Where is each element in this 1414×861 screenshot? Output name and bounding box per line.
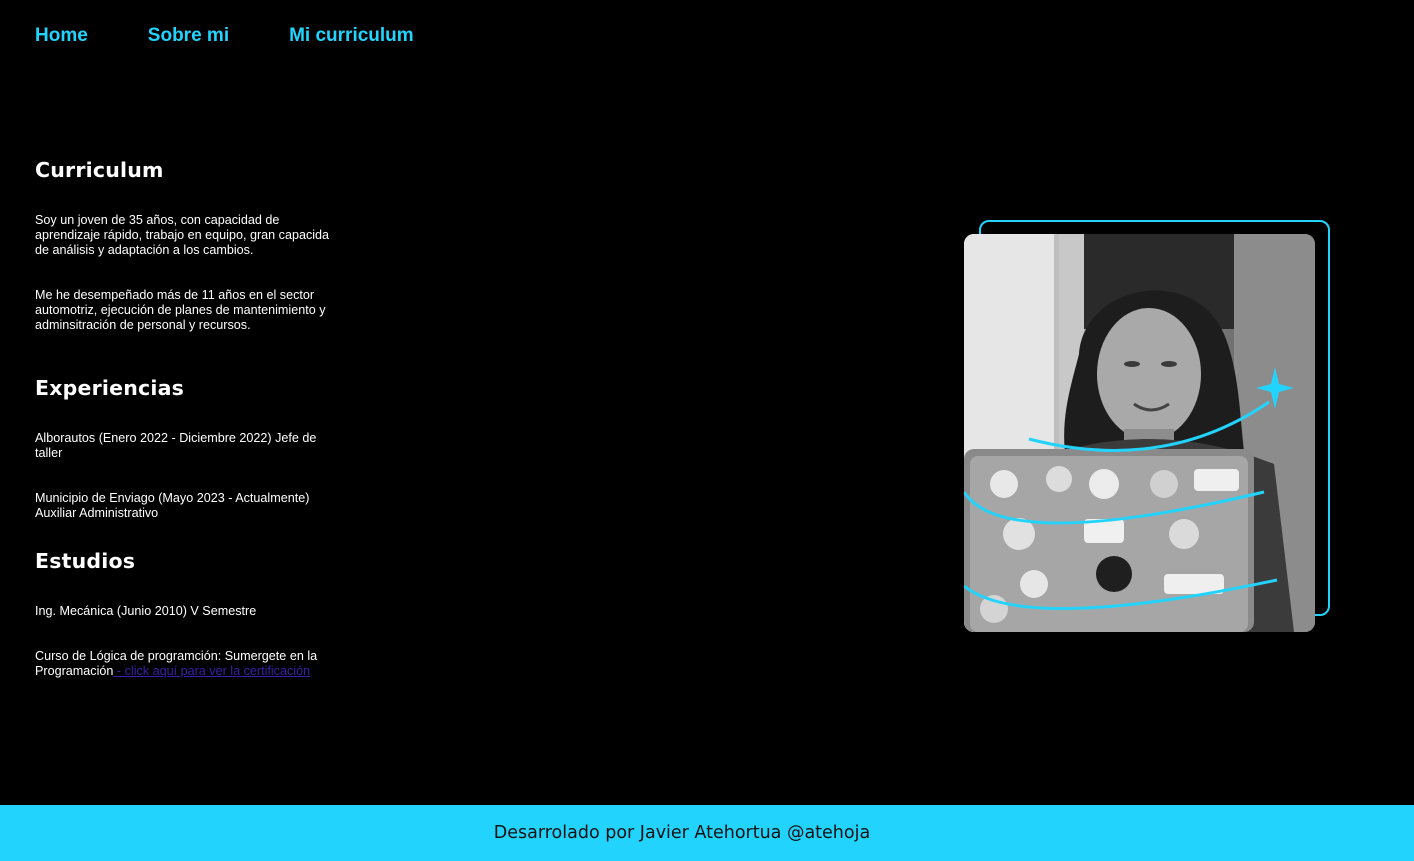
profile-photo [964,234,1315,632]
study-item-engineering: Ing. Mecánica (Junio 2010) V Semestre [35,604,257,618]
nav-home-link[interactable]: Home [35,25,88,47]
curriculum-title: Curriculum [35,158,164,182]
photo-illustration [964,234,1315,632]
footer-credit: Desarrolado por Javier Atehortua @atehoj… [493,823,871,843]
studies-title: Estudios [35,549,136,573]
study-item-course: Curso de Lógica de programción: Sumerget… [35,649,335,679]
certificate-link[interactable]: - click aquí para ver la certificación [113,664,310,678]
top-nav: Home Sobre mi Mi curriculum [35,25,414,47]
nav-cv-link[interactable]: Mi curriculum [289,25,414,47]
curriculum-paragraph-1: Soy un joven de 35 años, con capacidad d… [35,213,330,257]
page: Home Sobre mi Mi curriculum Curriculum S… [0,0,1414,861]
experience-item: Municipio de Enviago (Mayo 2023 - Actual… [35,491,310,520]
nav-about-link[interactable]: Sobre mi [148,25,229,47]
experiences-title: Experiencias [35,376,185,400]
profile-image-area [962,220,1330,634]
footer: Desarrolado por Javier Atehortua @atehoj… [0,805,1414,861]
experience-item: Alborautos (Enero 2022 - Diciembre 2022)… [35,431,317,460]
curriculum-paragraph-2: Me he desempeñado más de 11 años en el s… [35,288,326,332]
